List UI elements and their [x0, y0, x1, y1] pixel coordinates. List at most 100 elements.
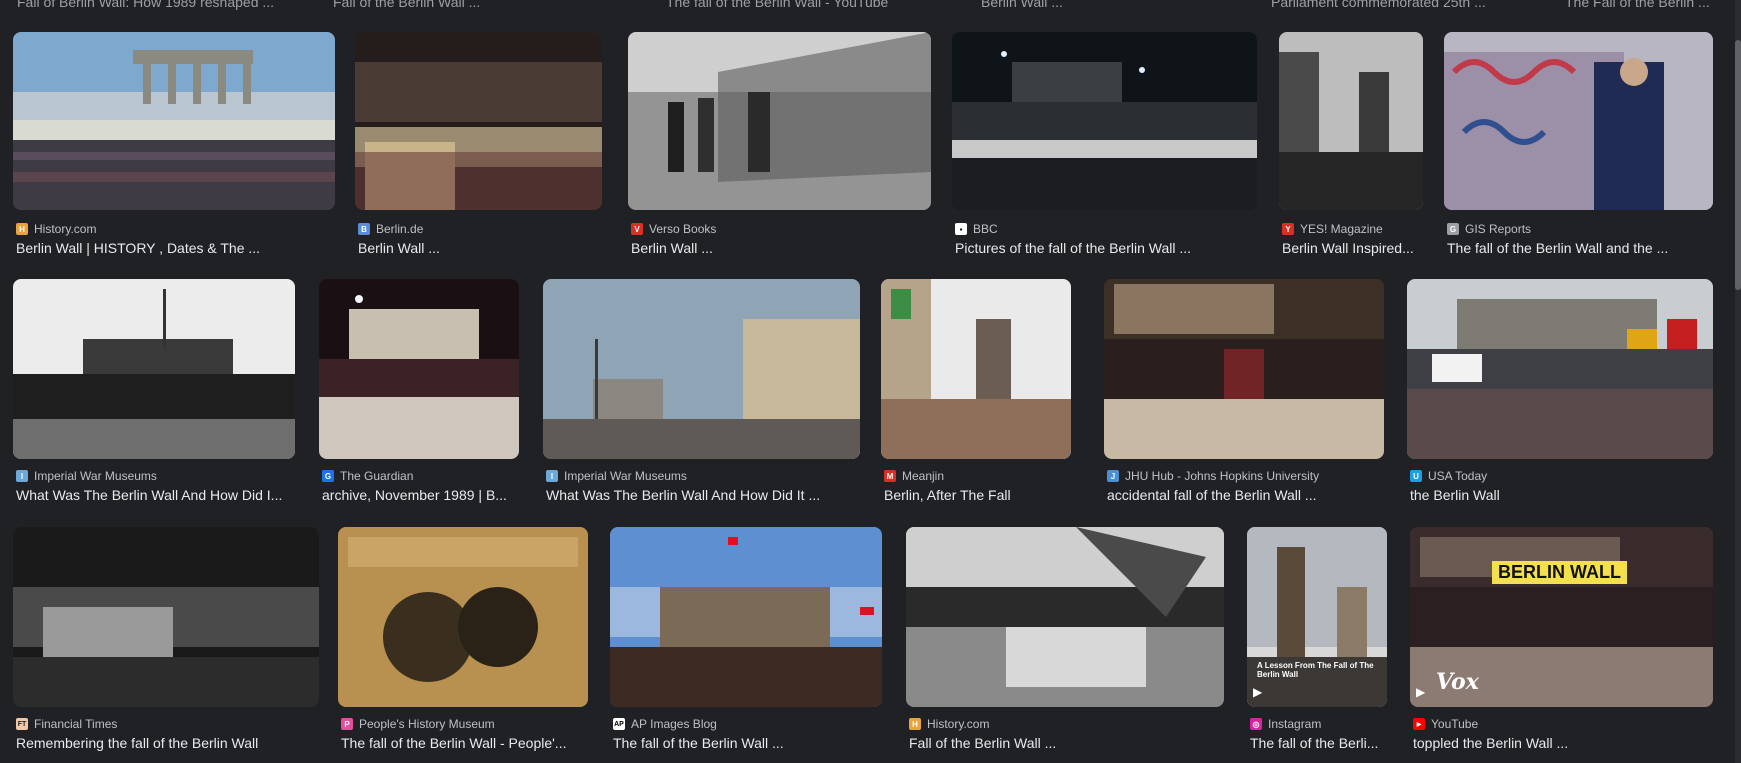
image-result-card[interactable]: J JHU Hub - Johns Hopkins University acc… — [1104, 279, 1384, 509]
result-thumbnail[interactable] — [906, 527, 1224, 707]
source-name: Berlin.de — [376, 222, 424, 236]
image-result-card[interactable]: H History.com Berlin Wall | HISTORY , Da… — [13, 32, 335, 262]
previous-result-title[interactable]: The Fall of the Berlin ... — [1565, 0, 1710, 10]
result-thumbnail[interactable] — [355, 32, 602, 210]
result-title[interactable]: Berlin Wall ... — [631, 240, 931, 256]
result-thumbnail[interactable] — [543, 279, 860, 459]
result-thumbnail[interactable] — [1279, 32, 1423, 210]
image-result-card[interactable]: B Berlin.de Berlin Wall ... — [355, 32, 602, 262]
result-source[interactable]: V Verso Books — [631, 222, 716, 236]
source-name: USA Today — [1428, 469, 1488, 483]
result-source[interactable]: ▪ BBC — [955, 222, 998, 236]
result-thumbnail[interactable] — [13, 279, 295, 459]
previous-result-title[interactable]: Fall of Berlin Wall: How 1989 reshaped .… — [17, 0, 274, 10]
result-source[interactable]: ▶ YouTube — [1413, 717, 1478, 731]
image-result-card[interactable]: H History.com Fall of the Berlin Wall ..… — [906, 527, 1224, 763]
result-title[interactable]: The fall of the Berlin Wall ... — [613, 735, 883, 751]
source-name: BBC — [973, 222, 998, 236]
image-result-card[interactable]: Y YES! Magazine Berlin Wall Inspired... — [1279, 32, 1423, 262]
result-thumbnail[interactable] — [338, 527, 588, 707]
image-result-card[interactable]: AP AP Images Blog The fall of the Berlin… — [610, 527, 882, 763]
result-thumbnail[interactable] — [1407, 279, 1713, 459]
iwm-favicon-icon: I — [546, 470, 558, 482]
result-thumbnail[interactable] — [628, 32, 931, 210]
ap-favicon-icon: AP — [613, 718, 625, 730]
result-title[interactable]: Berlin, After The Fall — [884, 487, 1072, 503]
image-result-card[interactable]: G GIS Reports The fall of the Berlin Wal… — [1444, 32, 1713, 262]
result-thumbnail[interactable] — [1104, 279, 1384, 459]
result-title[interactable]: Remembering the fall of the Berlin Wall — [16, 735, 320, 751]
result-thumbnail[interactable] — [952, 32, 1257, 210]
result-source[interactable]: J JHU Hub - Johns Hopkins University — [1107, 469, 1319, 483]
image-result-card[interactable]: BERLIN WALL Vox ▶ ▶ YouTube toppled the … — [1410, 527, 1713, 763]
result-thumbnail[interactable] — [13, 527, 319, 707]
result-source[interactable]: FT Financial Times — [16, 717, 117, 731]
result-title[interactable]: toppled the Berlin Wall ... — [1413, 735, 1714, 751]
source-name: Imperial War Museums — [34, 469, 157, 483]
result-thumbnail[interactable]: A Lesson From The Fall of The Berlin Wal… — [1247, 527, 1387, 707]
result-title[interactable]: archive, November 1989 | B... — [322, 487, 520, 503]
yes-magazine-favicon-icon: Y — [1282, 223, 1294, 235]
phm-favicon-icon: P — [341, 718, 353, 730]
result-source[interactable]: H History.com — [909, 717, 989, 731]
play-icon[interactable]: ▶ — [1416, 685, 1430, 699]
result-source[interactable]: AP AP Images Blog — [613, 717, 717, 731]
result-source[interactable]: P People's History Museum — [341, 717, 495, 731]
result-title[interactable]: Pictures of the fall of the Berlin Wall … — [955, 240, 1258, 256]
previous-result-title[interactable]: Parliament commemorated 25th ... — [1271, 0, 1486, 10]
gis-reports-favicon-icon: G — [1447, 223, 1459, 235]
result-source[interactable]: I Imperial War Museums — [546, 469, 687, 483]
result-title[interactable]: What Was The Berlin Wall And How Did I..… — [16, 487, 298, 503]
result-source[interactable]: B Berlin.de — [358, 222, 423, 236]
result-source[interactable]: G The Guardian — [322, 469, 413, 483]
image-result-card[interactable]: G The Guardian archive, November 1989 | … — [319, 279, 519, 509]
result-title[interactable]: The fall of the Berli... — [1250, 735, 1388, 751]
result-source[interactable]: M Meanjin — [884, 469, 944, 483]
result-title[interactable]: Fall of the Berlin Wall ... — [909, 735, 1225, 751]
history-favicon-icon: H — [909, 718, 921, 730]
scrollbar-thumb[interactable] — [1735, 40, 1741, 290]
result-title[interactable]: Berlin Wall ... — [358, 240, 603, 256]
previous-result-title[interactable]: Berlin Wall ... — [981, 0, 1063, 10]
result-source[interactable]: U USA Today — [1410, 469, 1487, 483]
result-title[interactable]: Berlin Wall Inspired... — [1282, 240, 1424, 256]
result-source[interactable]: I Imperial War Museums — [16, 469, 157, 483]
image-result-card[interactable]: U USA Today the Berlin Wall — [1407, 279, 1713, 509]
source-name: People's History Museum — [359, 717, 495, 731]
image-result-card[interactable]: FT Financial Times Remembering the fall … — [13, 527, 319, 763]
result-title[interactable]: The fall of the Berlin Wall - People'... — [341, 735, 581, 751]
bbc-favicon-icon: ▪ — [955, 223, 967, 235]
image-result-card[interactable]: ▪ BBC Pictures of the fall of the Berlin… — [952, 32, 1257, 262]
previous-row-titles: Fall of Berlin Wall: How 1989 reshaped .… — [0, 0, 1741, 10]
guardian-favicon-icon: G — [322, 470, 334, 482]
result-thumbnail[interactable] — [319, 279, 519, 459]
image-result-card[interactable]: A Lesson From The Fall of The Berlin Wal… — [1247, 527, 1387, 763]
result-thumbnail[interactable] — [1444, 32, 1713, 210]
vox-logo: Vox — [1436, 669, 1479, 695]
result-title[interactable]: Berlin Wall | HISTORY , Dates & The ... — [16, 240, 336, 256]
source-name: Meanjin — [902, 469, 945, 483]
result-source[interactable]: G GIS Reports — [1447, 222, 1531, 236]
result-title[interactable]: the Berlin Wall — [1410, 487, 1714, 503]
previous-result-title[interactable]: Fall of the Berlin Wall ... — [333, 0, 480, 10]
result-thumbnail[interactable]: BERLIN WALL Vox ▶ — [1410, 527, 1713, 707]
result-title[interactable]: The fall of the Berlin Wall and the ... — [1447, 240, 1714, 256]
result-source[interactable]: H History.com — [16, 222, 96, 236]
result-thumbnail[interactable] — [13, 32, 335, 210]
previous-result-title[interactable]: The fall of the Berlin Wall - YouTube — [666, 0, 888, 10]
image-result-card[interactable]: I Imperial War Museums What Was The Berl… — [13, 279, 295, 509]
image-result-card[interactable]: P People's History Museum The fall of th… — [338, 527, 588, 763]
image-result-card[interactable]: M Meanjin Berlin, After The Fall — [881, 279, 1071, 509]
ft-favicon-icon: FT — [16, 718, 28, 730]
result-thumbnail[interactable] — [881, 279, 1071, 459]
result-source[interactable]: Y YES! Magazine — [1282, 222, 1383, 236]
result-source[interactable]: ◎ Instagram — [1250, 717, 1321, 731]
result-thumbnail[interactable] — [610, 527, 882, 707]
result-title[interactable]: accidental fall of the Berlin Wall ... — [1107, 487, 1385, 503]
image-result-card[interactable]: V Verso Books Berlin Wall ... — [628, 32, 931, 262]
instagram-favicon-icon: ◎ — [1250, 718, 1262, 730]
image-result-card[interactable]: I Imperial War Museums What Was The Berl… — [543, 279, 860, 509]
youtube-favicon-icon: ▶ — [1413, 718, 1425, 730]
result-title[interactable]: What Was The Berlin Wall And How Did It … — [546, 487, 861, 503]
play-icon[interactable]: ▶ — [1253, 685, 1267, 699]
